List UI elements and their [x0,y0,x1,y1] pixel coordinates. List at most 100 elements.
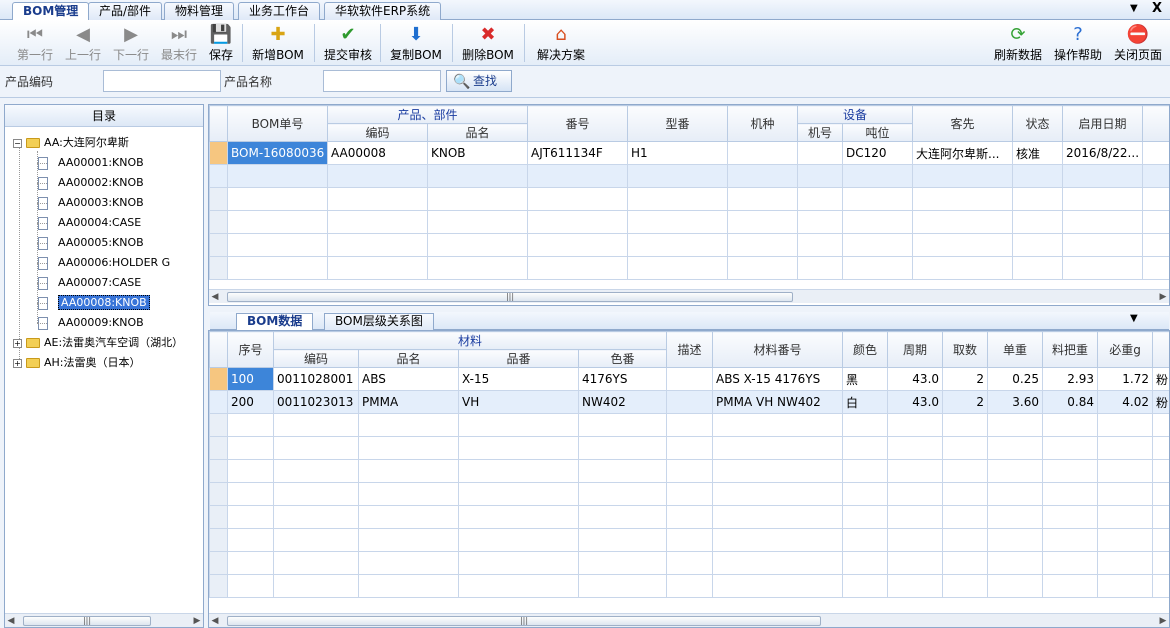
col-code[interactable]: 编码 [327,123,428,142]
table-row[interactable] [209,551,1169,575]
cell-required-g[interactable]: 4.02 [1097,390,1154,414]
cell-bom-no[interactable]: BOM-16080036 [227,141,328,165]
cell-runner-weight[interactable]: 0.84 [1042,390,1099,414]
cell-name[interactable]: PMMA [358,390,459,414]
cell-desc[interactable] [666,367,714,391]
cell-status[interactable]: 核准 [1012,141,1064,165]
next-row-button[interactable]: ▶ 下一行 [110,22,152,64]
refresh-button[interactable]: ⟳ 刷新数据 [990,22,1046,64]
cell-seq[interactable]: 100 [227,367,274,391]
col-machine[interactable]: 机种 [727,105,799,142]
tree-leaf[interactable]: AA00007:CASE [37,273,141,293]
col-color-no[interactable]: 色番 [577,349,668,368]
cell-name[interactable]: ABS [358,367,459,391]
submit-review-button[interactable]: ✔ 提交审核 [320,22,376,64]
tree-leaf[interactable]: AA00005:KNOB [37,233,144,253]
tree-leaf[interactable]: AA00003:KNOB [37,193,144,213]
new-bom-button[interactable]: ✚ 新增BOM [248,22,308,64]
table-row[interactable]: BOM-16080036 AA00008 KNOB AJT611134F H1 … [209,141,1169,165]
copy-bom-button[interactable]: ⬇ 复制BOM [386,22,446,64]
col-runner-weight[interactable]: 料把重 [1042,331,1099,368]
tree-leaf[interactable]: AA00002:KNOB [37,173,144,193]
cell-machine-no[interactable] [797,141,844,165]
cell-tonnage[interactable]: DC120 [842,141,914,165]
cell-material-no[interactable]: ABS X-15 4176YS [712,367,844,391]
scroll-thumb[interactable]: ||| [227,616,821,626]
cell-model[interactable]: H1 [627,141,729,165]
table-row[interactable] [209,256,1169,280]
cell-cavity[interactable]: 2 [942,367,989,391]
cell-customer[interactable]: 大连阿尔卑斯... [912,141,1014,165]
tree-node-ah[interactable]: + AH:法雷奥（日本） [13,353,141,373]
tree-node-aa[interactable]: − AA:大连阿尔卑斯 [13,133,129,153]
cell-material-no[interactable]: PMMA VH NW402 [712,390,844,414]
col-required-g[interactable]: 必重g [1097,331,1154,368]
cell-unit-weight[interactable]: 3.60 [987,390,1044,414]
cell-cycle[interactable]: 43.0 [887,390,944,414]
tree-leaf[interactable]: AA00006:HOLDER G [37,253,170,273]
cell-cycle[interactable]: 43.0 [887,367,944,391]
col-bom-no[interactable]: BOM单号 [227,105,328,142]
table-row[interactable]: 200 0011023013 PMMA VH NW402 PMMA VH NW4… [209,390,1169,414]
cell-code[interactable]: AA00008 [327,141,428,165]
col-unit-weight[interactable]: 单重 [987,331,1044,368]
table-row[interactable] [209,233,1169,257]
tree-leaf[interactable]: AA00004:CASE [37,213,141,233]
cell-color[interactable]: 黑 [842,367,889,391]
cell-machine[interactable] [727,141,799,165]
col-model[interactable]: 型番 [627,105,729,142]
close-icon[interactable]: X [1152,1,1162,16]
cell-number[interactable]: AJT611134F [527,141,629,165]
col-color[interactable]: 颜色 [842,331,889,368]
product-name-input[interactable] [323,70,441,92]
tree-leaf[interactable]: AA00009:KNOB [37,313,144,333]
prev-row-button[interactable]: ◀ 上一行 [62,22,104,64]
first-row-button[interactable]: ⏮ 第一行 [14,22,56,64]
solution-button[interactable]: ⌂ 解决方案 [530,22,592,64]
table-row[interactable] [209,505,1169,529]
cell-grade[interactable]: VH [458,390,579,414]
product-code-input[interactable] [103,70,221,92]
scroll-right-icon[interactable]: ▶ [1157,290,1169,304]
help-button[interactable]: ? 操作帮助 [1050,22,1106,64]
table-row[interactable] [209,164,1169,188]
scroll-thumb[interactable]: ||| [23,616,151,626]
col-name[interactable]: 品名 [426,123,529,142]
cell-unit-weight[interactable]: 0.25 [987,367,1044,391]
col-tonnage[interactable]: 吨位 [842,123,914,142]
scroll-right-icon[interactable]: ▶ [191,614,203,628]
col-cavity[interactable]: 取数 [942,331,989,368]
table-row[interactable] [209,210,1169,234]
bom-grid-horizontal-scrollbar[interactable]: ◀ ||| ▶ [209,289,1169,303]
tab-workbench[interactable]: 业务工作台 [238,2,321,20]
scroll-left-icon[interactable]: ◀ [209,614,221,627]
expand-icon[interactable]: + [13,338,22,348]
cell-color-no[interactable]: NW402 [577,390,668,414]
material-grid-horizontal-scrollbar[interactable]: ◀ ||| ▶ [209,613,1169,627]
cell-seq[interactable]: 200 [227,390,274,414]
tab-materials[interactable]: 物料管理 [164,2,235,20]
tree-leaf[interactable]: AA00001:KNOB [37,153,144,173]
table-row[interactable] [209,413,1169,437]
scroll-thumb[interactable]: ||| [227,292,793,302]
col-cycle[interactable]: 周期 [887,331,944,368]
cell-grade[interactable]: X-15 [458,367,579,391]
col-material-no[interactable]: 材料番号 [712,331,844,368]
table-row[interactable] [209,528,1169,552]
cell-desc[interactable] [666,390,714,414]
cell-name[interactable]: KNOB [426,141,529,165]
cell-code[interactable]: 0011023013 [273,390,359,414]
col-seq[interactable]: 序号 [227,331,274,368]
table-row[interactable]: 100 0011028001 ABS X-15 4176YS ABS X-15 … [209,367,1169,391]
cell-cavity[interactable]: 2 [942,390,989,414]
col-start-date[interactable]: 启用日期 [1062,105,1144,142]
col-customer[interactable]: 客先 [912,105,1014,142]
save-button[interactable]: 💾 保存 [205,22,237,64]
cell-extra[interactable]: 粉 [1152,367,1169,391]
col-grade[interactable]: 品番 [458,349,579,368]
table-row[interactable] [209,482,1169,506]
tab-bom-hierarchy[interactable]: BOM层级关系图 [324,313,434,330]
col-number[interactable]: 番号 [527,105,629,142]
tree-node-ae[interactable]: + AE:法雷奥汽车空调（湖北） [13,333,183,353]
col-name[interactable]: 品名 [358,349,459,368]
